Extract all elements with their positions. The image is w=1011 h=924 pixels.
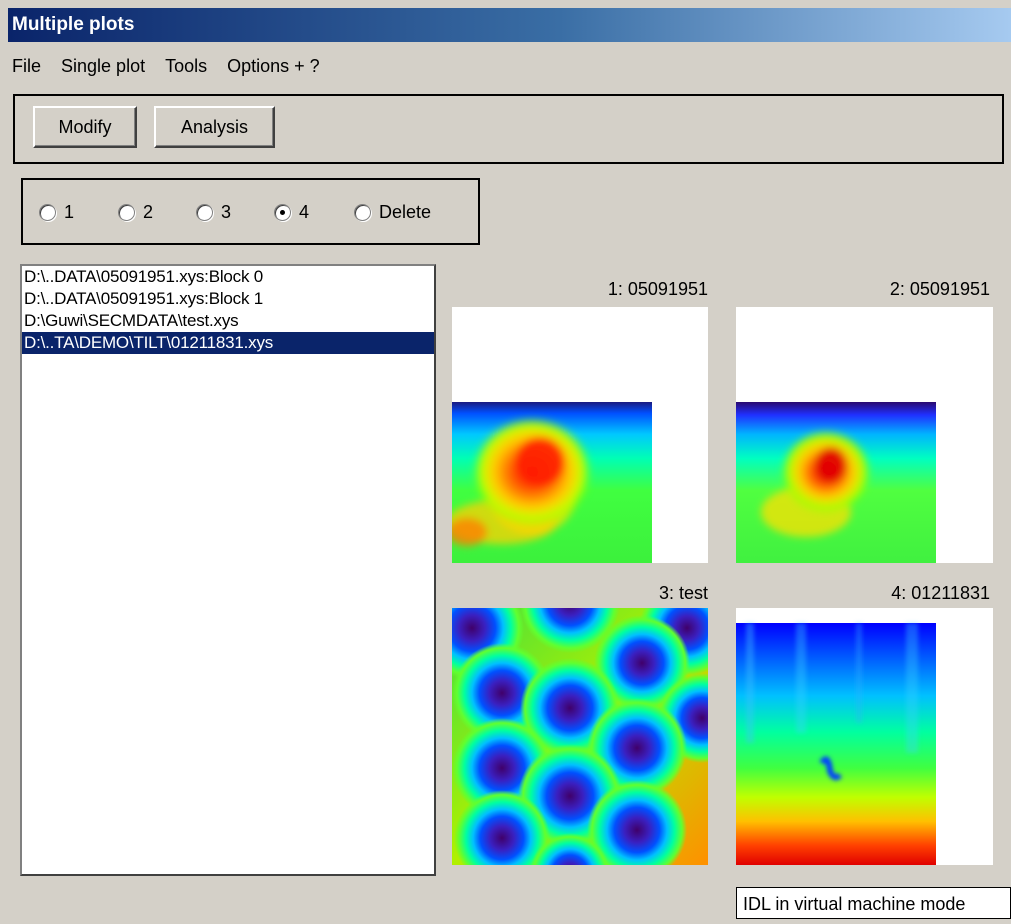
modify-button[interactable]: Modify [33, 106, 137, 148]
radio-delete[interactable]: Delete [354, 202, 431, 223]
radio-3[interactable]: 3 [196, 202, 231, 223]
window-titlebar[interactable]: Multiple plots [8, 8, 1011, 42]
list-item[interactable]: D:\..DATA\05091951.xys:Block 0 [22, 266, 434, 288]
radio-4[interactable]: 4 [274, 202, 309, 223]
plot-1-title: 1: 05091951 [607, 279, 708, 299]
status-bar: IDL in virtual machine mode [736, 887, 1011, 919]
plot-3-image[interactable] [452, 608, 708, 865]
radio-2[interactable]: 2 [118, 202, 153, 223]
menu-single-plot[interactable]: Single plot [51, 52, 155, 80]
radio-circle-2[interactable] [118, 204, 135, 221]
plot-4-title: 4: 01211831 [891, 583, 990, 603]
toolbar-group: Modify Analysis [13, 94, 1004, 164]
list-item[interactable]: D:\Guwi\SECMDATA\test.xys [22, 310, 434, 332]
window-title: Multiple plots [12, 14, 135, 35]
radio-label-4: 4 [299, 202, 310, 222]
list-item[interactable]: D:\..DATA\05091951.xys:Block 1 [22, 288, 434, 310]
plot-1-image[interactable] [452, 307, 708, 563]
menubar: File Single plot Tools Options + ? [8, 52, 330, 80]
plot-2-title: 2: 05091951 [889, 279, 990, 299]
radio-circle-delete[interactable] [354, 204, 371, 221]
file-listbox[interactable]: D:\..DATA\05091951.xys:Block 0 D:\..DATA… [20, 264, 436, 876]
modify-button-label: Modify [58, 116, 112, 137]
analysis-button-label: Analysis [180, 116, 249, 137]
plot-slot-radio-group: 1 2 3 4 Delete [21, 178, 480, 245]
radio-label-3: 3 [221, 202, 232, 222]
status-text: IDL in virtual machine mode [743, 894, 966, 914]
menu-tools[interactable]: Tools [155, 52, 217, 80]
radio-circle-3[interactable] [196, 204, 213, 221]
menu-options[interactable]: Options + ? [217, 52, 330, 80]
menu-file[interactable]: File [8, 52, 51, 80]
plot-2-image[interactable] [736, 307, 993, 563]
list-item-selected[interactable]: D:\..TA\DEMO\TILT\01211831.xys [22, 332, 434, 354]
analysis-button[interactable]: Analysis [154, 106, 275, 148]
radio-label-delete: Delete [379, 202, 432, 222]
plot-3-title: 3: test [658, 583, 708, 603]
radio-1[interactable]: 1 [39, 202, 74, 223]
radio-circle-1[interactable] [39, 204, 56, 221]
radio-label-2: 2 [143, 202, 154, 222]
radio-circle-4[interactable] [274, 204, 291, 221]
plot-4-image[interactable] [736, 608, 993, 865]
radio-label-1: 1 [64, 202, 75, 222]
